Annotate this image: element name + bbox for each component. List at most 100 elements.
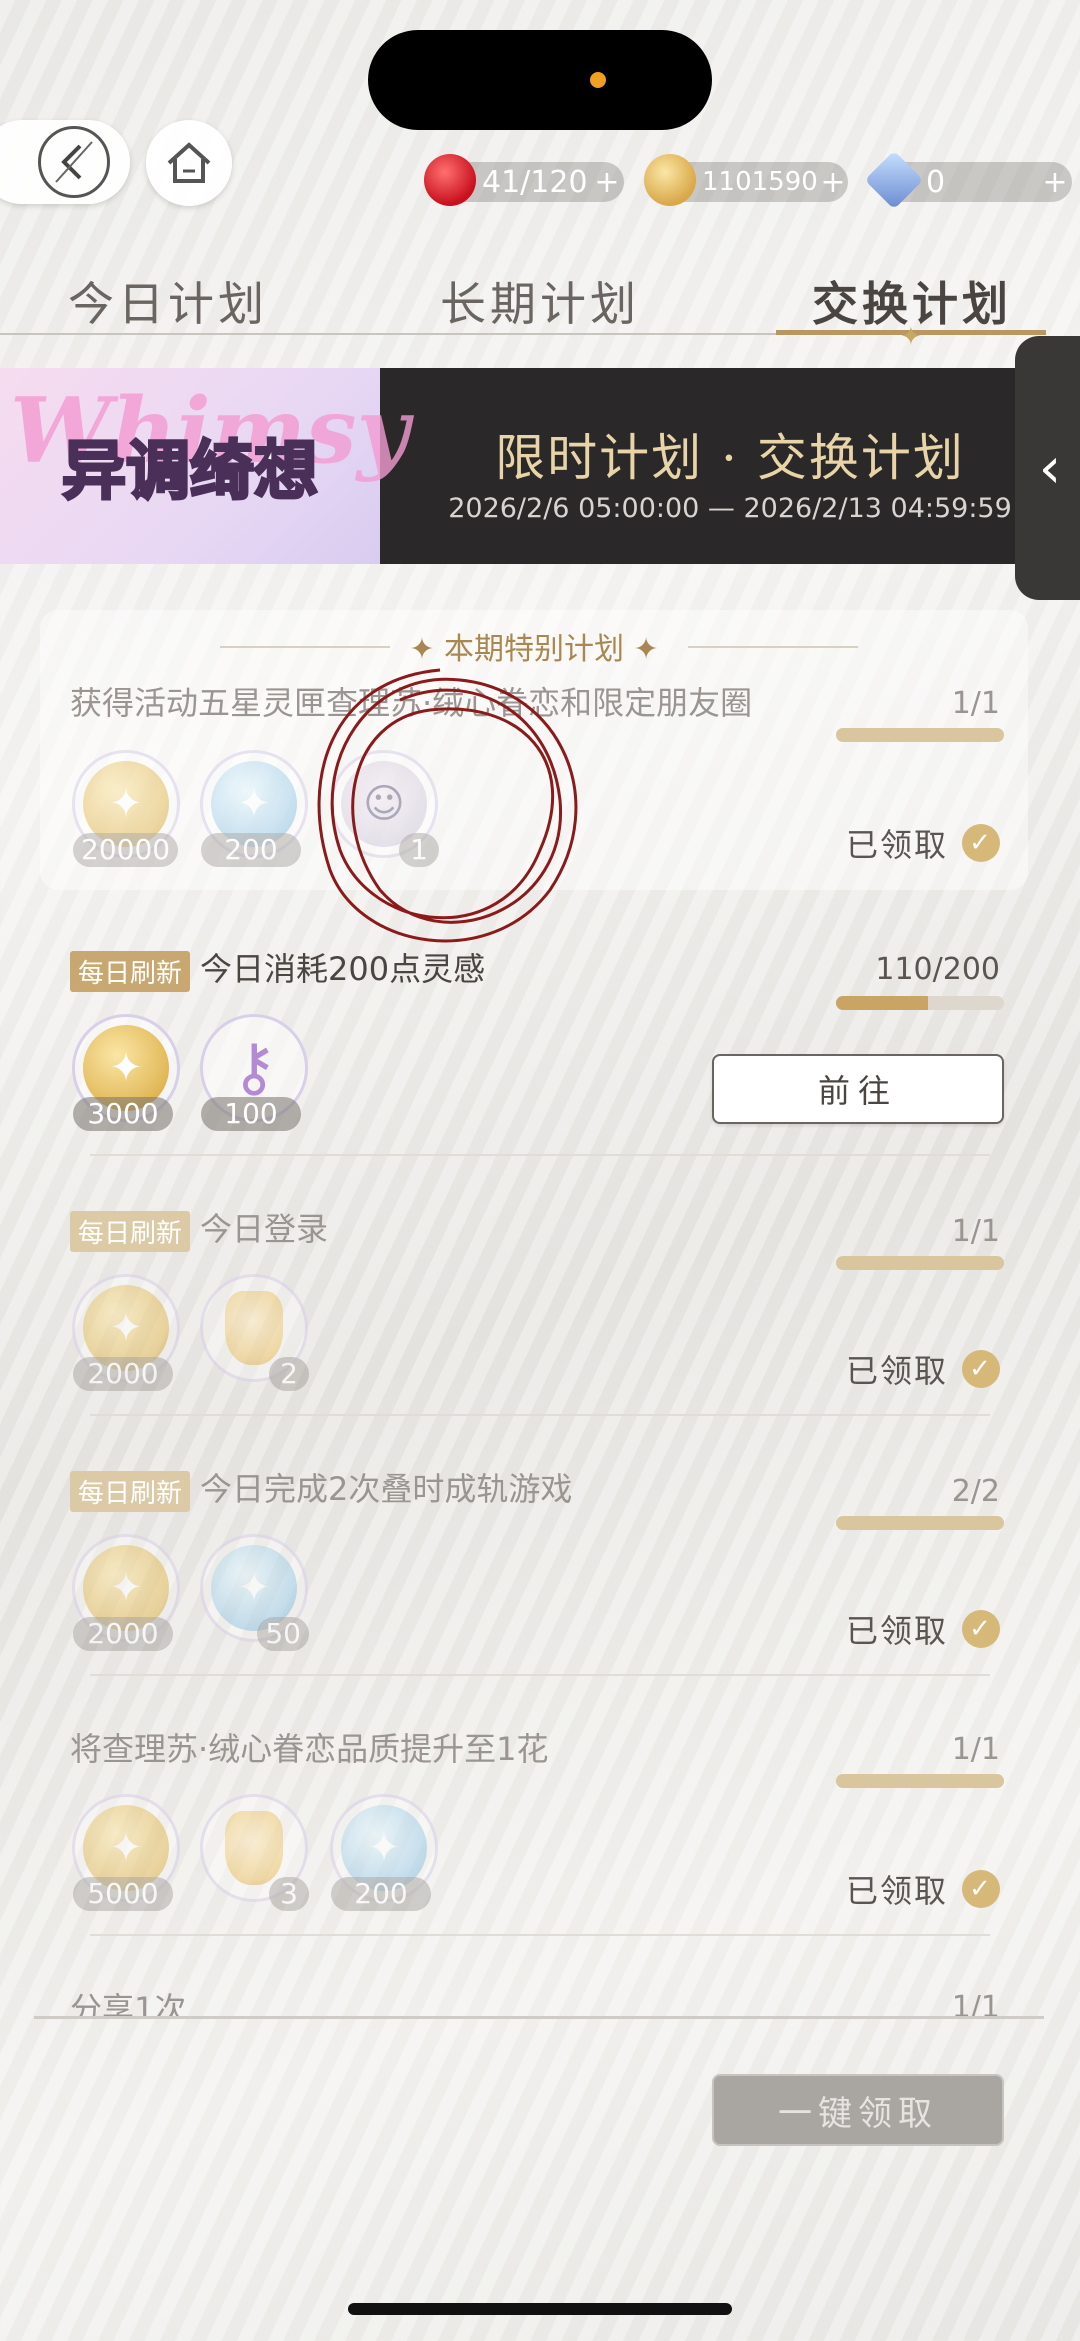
dynamic-island (368, 30, 712, 130)
check-icon: ✓ (962, 1870, 1000, 1908)
reward-gold-coin[interactable]: ✦ 20000 (72, 750, 180, 867)
potion-icon (225, 1811, 283, 1885)
special-plan-header: ✦ 本期特别计划 ✦ (40, 624, 1028, 668)
claimed-label: 已领取 (845, 1872, 948, 1910)
reward-count: 2000 (73, 1357, 173, 1391)
reward-potion[interactable]: 3 (200, 1794, 309, 1911)
special-task-title: 获得活动五星灵匣查理苏·绒心眷恋和限定朋友圈 (70, 684, 753, 722)
home-button[interactable] (146, 120, 232, 206)
claimed-status: 已领取 ✓ (846, 820, 1000, 866)
task-title-text: 今日消耗200点灵感 (200, 950, 486, 988)
reward-count: 3 (269, 1877, 309, 1911)
task-title-text: 今日完成2次叠时成轨游戏 (200, 1470, 573, 1508)
logo-title-text: 异调绮想 (61, 434, 320, 511)
check-icon: ✓ (962, 1350, 1000, 1388)
reward-gold-coin[interactable]: ✦ 3000 (72, 1014, 180, 1131)
gold-coin-icon (644, 154, 696, 206)
claim-all-button[interactable]: 一键领取 (712, 2074, 1004, 2146)
banner-title: 限时计划 · 交换计划 (495, 429, 965, 487)
banner-date: 2026/2/6 05:00:00 — 2026/2/13 04:59:59 (448, 493, 1012, 524)
task-title: 每日刷新 今日完成2次叠时成轨游戏 (70, 1464, 572, 1512)
reward-blue-coin[interactable]: ✦ 50 (200, 1534, 309, 1651)
diamond-icon (864, 150, 924, 210)
progress-fill (836, 1516, 1004, 1530)
reward-blue-coin[interactable]: ✦ 200 (200, 750, 308, 867)
event-logo: Whimsy 异调绮想 (0, 368, 409, 564)
check-icon: ✓ (962, 1610, 1000, 1648)
reward-count: 5000 (73, 1877, 173, 1911)
reward-gold-coin[interactable]: ✦ 2000 (72, 1274, 180, 1391)
task-progress-bar (836, 1774, 1004, 1788)
back-arrow-icon (38, 126, 110, 198)
task-title: 将查理苏·绒心眷恋品质提升至1花 (70, 1724, 549, 1770)
diamond-resource[interactable]: 0 + (864, 150, 1072, 210)
tab-today-plan[interactable]: 今日计划 (68, 268, 268, 334)
daily-refresh-badge: 每日刷新 (70, 1470, 191, 1512)
task-title: 每日刷新 今日登录 (70, 1204, 328, 1252)
reward-potion[interactable]: 2 (200, 1274, 309, 1391)
reward-gold-coin[interactable]: ✦ 2000 (72, 1534, 180, 1651)
reward-gold-coin[interactable]: ✦ 5000 (72, 1794, 180, 1911)
claimed-label: 已领取 (845, 1352, 948, 1390)
task-progress: 1/1 (951, 1990, 1000, 2016)
divider (90, 1674, 990, 1676)
progress-fill (836, 996, 929, 1010)
task-title-text: 将查理苏·绒心眷恋品质提升至1花 (70, 1730, 549, 1768)
side-panel-handle[interactable]: ‹ (1015, 336, 1080, 600)
divider (90, 1414, 990, 1416)
check-icon: ✓ (962, 824, 1000, 862)
tab-long-term-plan[interactable]: 长期计划 (440, 268, 640, 334)
task-progress-bar (836, 996, 1004, 1010)
task-progress: 1/1 (951, 1214, 1000, 1249)
reward-count: 100 (201, 1097, 301, 1131)
special-task-progress: 1/1 (951, 686, 1000, 721)
claimed-status: 已领取 ✓ (846, 1866, 1000, 1912)
event-banner: Whimsy 异调绮想 限时计划 · 交换计划 2026/2/6 05:00:0… (0, 368, 1035, 564)
task-title: 分享1次 (70, 1984, 186, 2016)
task-progress: 1/1 (951, 1732, 1000, 1767)
claimed-status: 已领取 ✓ (846, 1606, 1000, 1652)
coin-value: 1101590 (702, 167, 818, 197)
reward-count: 2 (269, 1357, 309, 1391)
chevron-left-icon: ‹ (1038, 435, 1062, 501)
reward-count: 2000 (73, 1617, 173, 1651)
coin-resource[interactable]: 1101590 + (644, 154, 848, 206)
reward-count: 50 (257, 1617, 309, 1651)
task-progress-bar (836, 1256, 1004, 1270)
progress-fill (836, 1256, 1004, 1270)
go-button[interactable]: 前往 (712, 1054, 1004, 1124)
task-progress: 110/200 (875, 952, 1000, 987)
task-progress-bar (836, 1516, 1004, 1530)
apple-icon (424, 154, 476, 206)
task-progress: 2/2 (951, 1474, 1000, 1509)
stamina-value: 41/120 (482, 164, 588, 200)
reward-count: 3000 (73, 1097, 173, 1131)
potion-icon (225, 1291, 283, 1365)
task-title: 每日刷新 今日消耗200点灵感 (70, 944, 485, 992)
home-icon (167, 142, 211, 183)
task-title-text: 今日登录 (200, 1210, 329, 1248)
reward-count: 20000 (73, 833, 179, 867)
tab-star-icon: ✦ (900, 322, 922, 352)
daily-refresh-badge: 每日刷新 (70, 1210, 191, 1252)
special-progress-bar (836, 728, 1004, 742)
add-diamond-button[interactable]: + (1038, 165, 1072, 200)
reward-blue-coin[interactable]: ✦ 200 (330, 1794, 438, 1911)
camera-dot (590, 72, 606, 88)
claimed-status: 已领取 ✓ (846, 1346, 1000, 1392)
home-indicator[interactable] (348, 2303, 732, 2315)
divider (90, 1154, 990, 1156)
stamina-resource[interactable]: 41/120 + (424, 154, 624, 206)
reward-key[interactable]: ⚷ 100 (200, 1014, 308, 1131)
reward-avatar[interactable]: ☺ 1 (330, 750, 439, 867)
diamond-value: 0 (926, 164, 946, 200)
claimed-label: 已领取 (845, 1612, 948, 1650)
back-button[interactable] (0, 120, 130, 204)
add-stamina-button[interactable]: + (590, 165, 624, 200)
progress-fill (836, 1774, 1004, 1788)
special-progress-fill (836, 728, 1004, 742)
reward-count: 200 (201, 833, 301, 867)
add-coin-button[interactable]: + (818, 165, 848, 200)
list-bottom-border (34, 2016, 1044, 2019)
daily-refresh-badge: 每日刷新 (70, 950, 191, 992)
